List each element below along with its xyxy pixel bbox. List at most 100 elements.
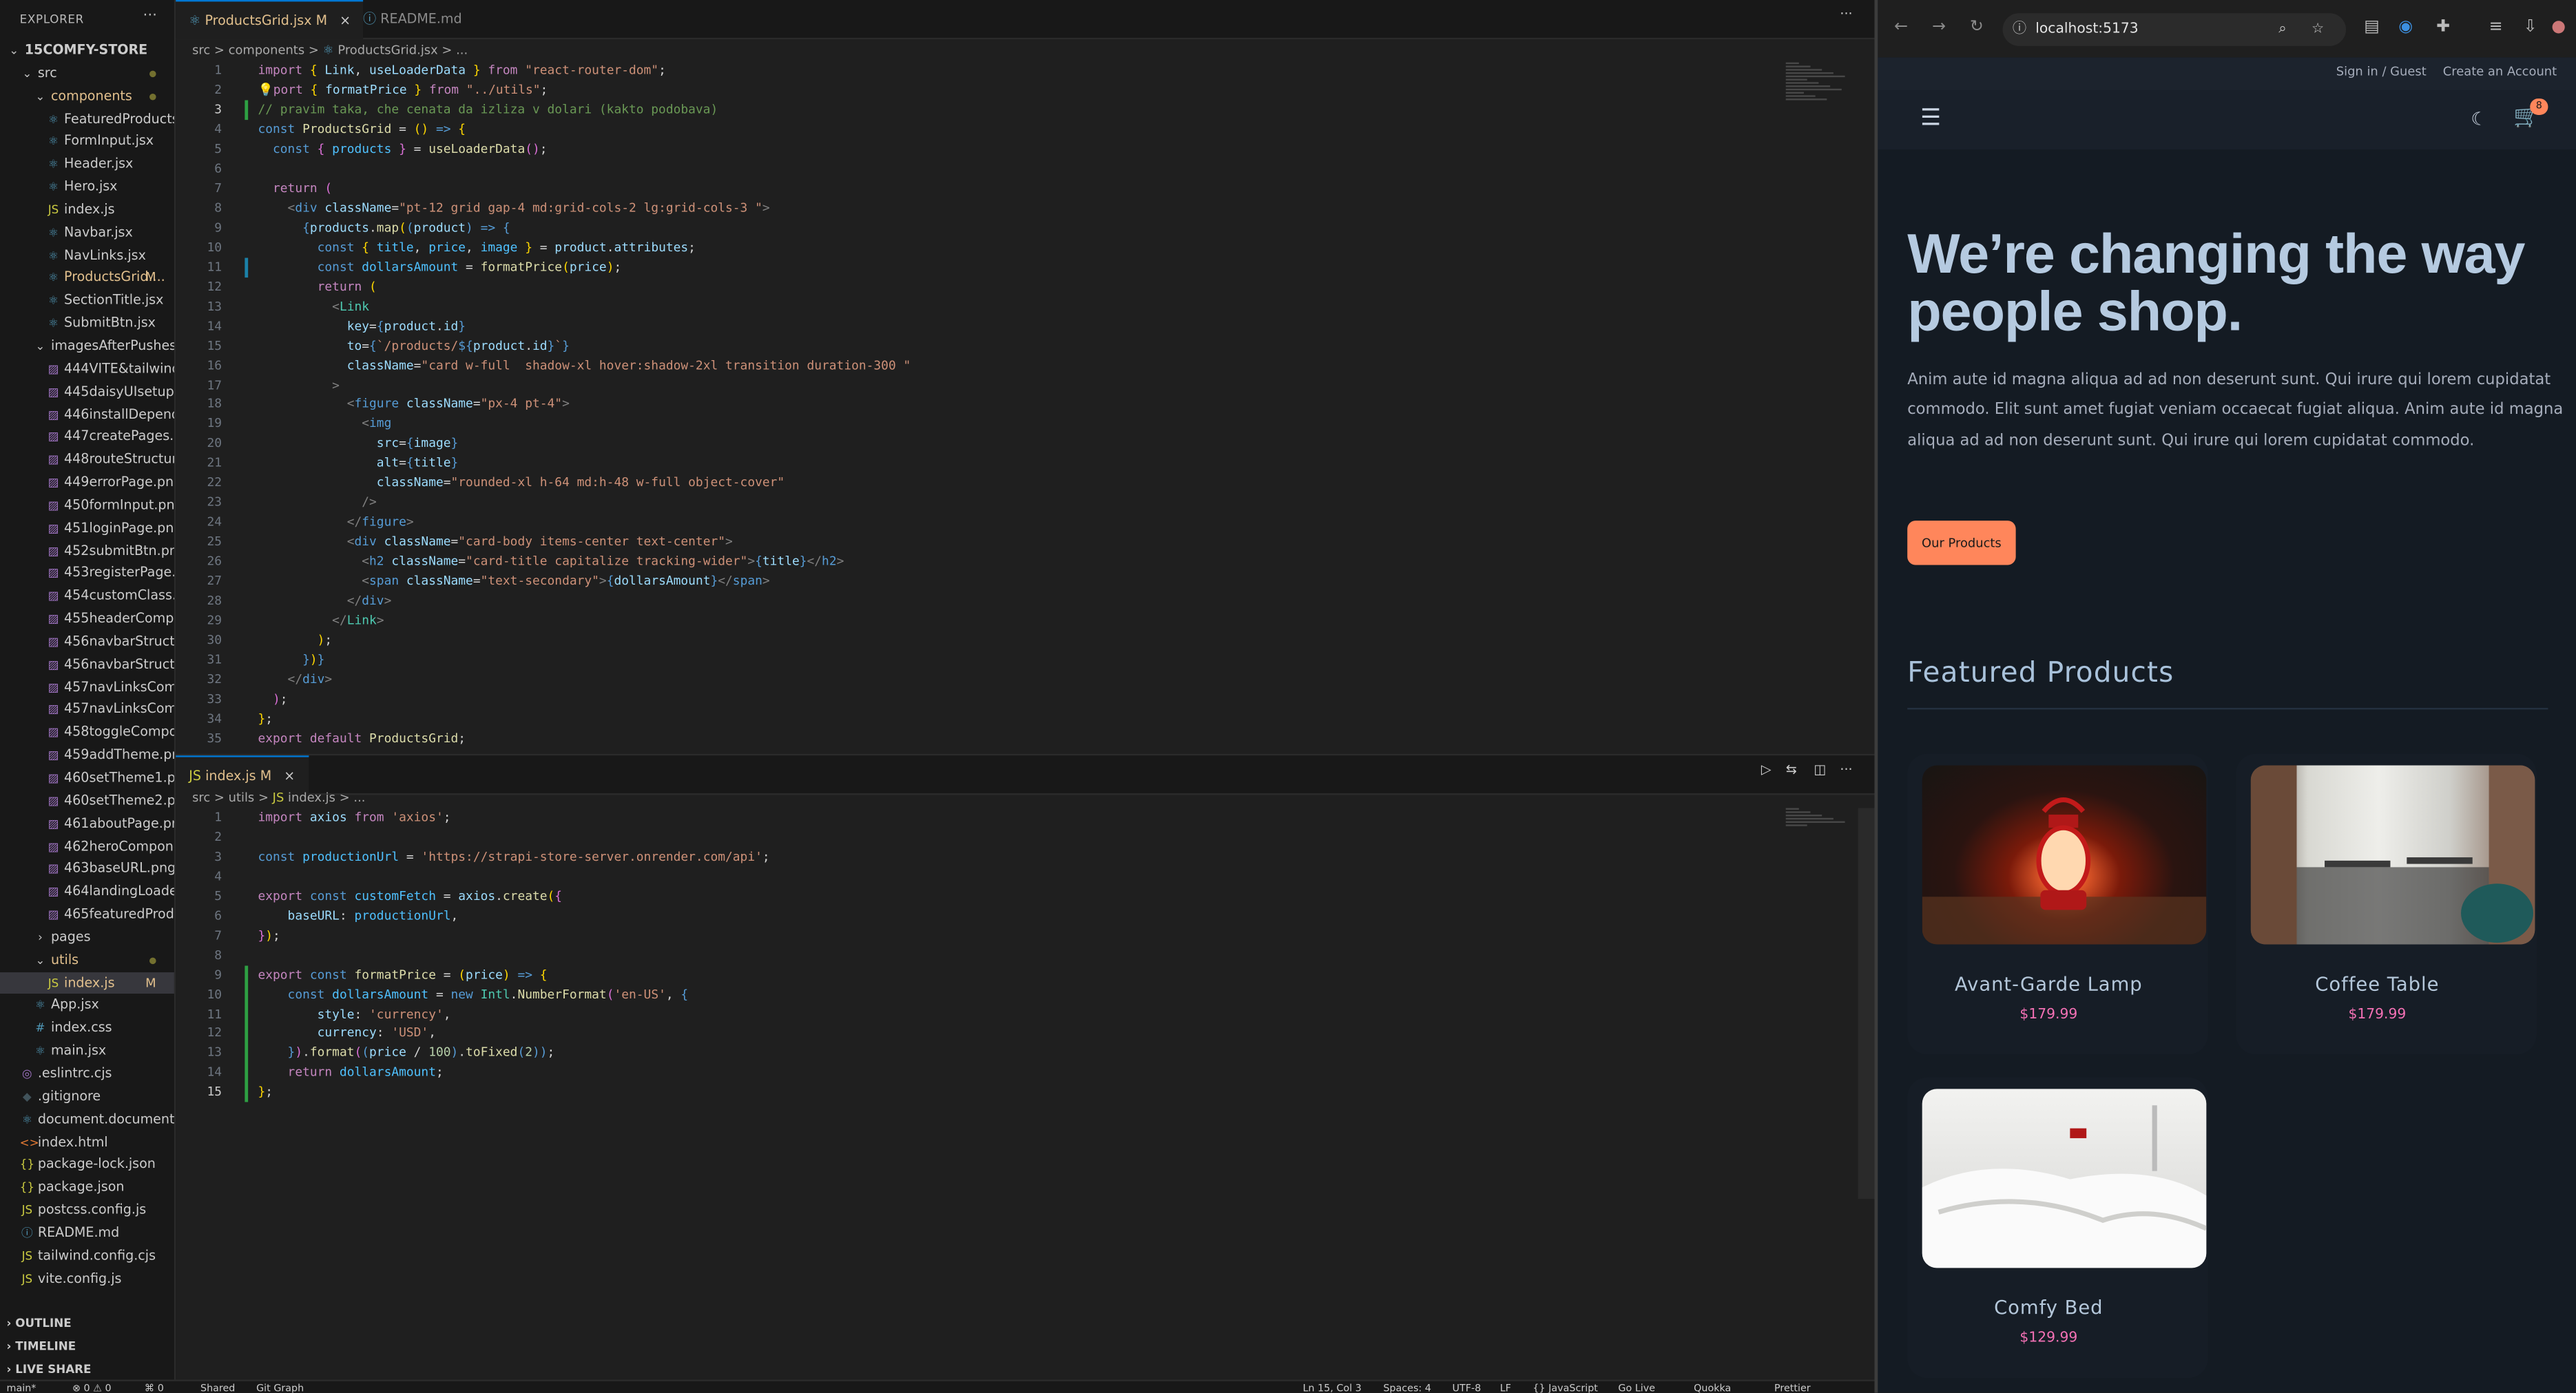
tree-file[interactable]: ▨ 446installDepende...: [0, 404, 174, 426]
tab-productsgrid[interactable]: ⚛ ProductsGrid.jsx M ×: [176, 0, 364, 40]
tree-file[interactable]: # index.css: [0, 1017, 174, 1040]
our-products-button[interactable]: Our Products: [1907, 521, 2016, 565]
code-line[interactable]: className="card w-full shadow-xl hover:s…: [258, 356, 911, 376]
tree-file[interactable]: JS tailwind.config.cjs: [0, 1244, 174, 1267]
tree-file[interactable]: ▨ 460setTheme2.png: [0, 790, 174, 813]
tree-file[interactable]: ⓘ README.md: [0, 1222, 174, 1244]
code-line[interactable]: </Link>: [258, 611, 384, 631]
tree-file[interactable]: ▨ 458toggleCompon...: [0, 722, 174, 744]
puzzle-icon[interactable]: ✚: [2436, 18, 2450, 36]
address-bar[interactable]: ⓘ localhost:5173 ⌕ ☆: [2002, 13, 2347, 46]
code-line[interactable]: src={image}: [258, 434, 458, 454]
more-actions-icon[interactable]: ···: [1840, 762, 1852, 777]
tree-file[interactable]: ▨ 463baseURL.png: [0, 858, 174, 881]
code-line[interactable]: to={`/products/${product.id}`}: [258, 336, 570, 356]
code-line[interactable]: export const formatPrice = (price) => {: [258, 965, 547, 985]
tree-file[interactable]: ▨ 444VITE&tailwindC...: [0, 358, 174, 381]
zoom-icon[interactable]: ⌕: [2278, 13, 2286, 46]
tree-file[interactable]: ▨ 456navbarStructur...: [0, 653, 174, 676]
code-line[interactable]: <div className="card-body items-center t…: [258, 532, 733, 552]
tab-search-icon[interactable]: ≡: [2489, 18, 2503, 36]
tree-file[interactable]: ⚛ SubmitBtn.jsx: [0, 312, 174, 335]
code-line[interactable]: const { title, price, image } = product.…: [258, 238, 696, 258]
tree-file[interactable]: ▨ 457navLinksComp...: [0, 699, 174, 722]
tree-file[interactable]: ▨ 455headerCompo...: [0, 608, 174, 631]
code-line[interactable]: export default ProductsGrid;: [258, 729, 466, 749]
profile-avatar[interactable]: ●: [2551, 18, 2566, 36]
indentation[interactable]: Spaces: 4: [1383, 1383, 1431, 1392]
tree-file[interactable]: ⚛ SectionTitle.jsx: [0, 289, 174, 312]
code-line[interactable]: );: [258, 690, 288, 710]
tree-file[interactable]: ▨ 461aboutPage.png: [0, 813, 174, 835]
code-line[interactable]: key={product.id}: [258, 316, 466, 336]
tree-folder[interactable]: › pages: [0, 926, 174, 949]
tree-file[interactable]: ▨ 465featuredProdu...: [0, 903, 174, 926]
back-icon[interactable]: ←: [1894, 18, 1908, 36]
forward-icon[interactable]: →: [1932, 18, 1946, 36]
site-info-icon[interactable]: ⓘ: [2013, 13, 2026, 46]
code-line[interactable]: >: [258, 375, 340, 395]
tree-file[interactable]: ▨ 459addTheme.png: [0, 744, 174, 767]
tree-file[interactable]: ⚛ main.jsx: [0, 1040, 174, 1062]
language-mode[interactable]: {} JavaScript: [1533, 1383, 1598, 1392]
cursor-position[interactable]: Ln 15, Col 3: [1302, 1383, 1361, 1392]
code-line[interactable]: </figure>: [258, 513, 414, 533]
code-line[interactable]: });: [258, 926, 280, 946]
code-line[interactable]: 💡port { formatPrice } from "../utils";: [258, 81, 548, 101]
tree-file[interactable]: ⚛ ProductsGrid.... M: [0, 266, 174, 289]
code-line[interactable]: <h2 className="card-title capitalize tra…: [258, 552, 844, 572]
tree-file[interactable]: ▨ 449errorPage.png: [0, 472, 174, 494]
tree-file[interactable]: {} package-lock.json: [0, 1153, 174, 1176]
code-line[interactable]: currency: 'USD',: [258, 1024, 436, 1044]
code-line[interactable]: return (: [258, 179, 332, 199]
code-line[interactable]: import axios from 'axios';: [258, 808, 450, 828]
tree-folder[interactable]: ⌄ components: [0, 85, 174, 107]
code-line[interactable]: <div className="pt-12 grid gap-4 md:grid…: [258, 198, 770, 218]
tree-file[interactable]: ⚛ Navbar.jsx: [0, 221, 174, 244]
code-line[interactable]: <span className="text-secondary">{dollar…: [258, 572, 769, 592]
close-icon[interactable]: ×: [284, 768, 295, 783]
quokka-button[interactable]: Quokka: [1694, 1383, 1731, 1392]
code-line[interactable]: const { products } = useLoaderData();: [258, 139, 548, 159]
tree-file[interactable]: ▨ 464landingLoader....: [0, 881, 174, 903]
live-share-section[interactable]: › LIVE SHARE: [0, 1359, 174, 1381]
compare-icon[interactable]: ⇆: [1786, 762, 1797, 777]
tree-file[interactable]: ⚛ Hero.jsx: [0, 176, 174, 198]
download-icon[interactable]: ⇩: [2524, 18, 2537, 36]
code-area[interactable]: 1 import { Link, useLoaderData } from "re…: [176, 61, 1874, 751]
scrollbar[interactable]: [1858, 808, 1875, 1200]
tree-file[interactable]: ⚛ Header.jsx: [0, 153, 174, 176]
code-line[interactable]: baseURL: productionUrl,: [258, 906, 459, 926]
code-line[interactable]: const productionUrl = 'https://strapi-st…: [258, 848, 769, 868]
tree-file[interactable]: JS index.js: [0, 198, 174, 221]
moon-icon[interactable]: ☾: [2471, 108, 2487, 129]
code-line[interactable]: className="rounded-xl h-64 md:h-48 w-ful…: [258, 474, 785, 494]
tree-file[interactable]: ▨ 452submitBtn.png: [0, 540, 174, 563]
tree-file[interactable]: ⚛ App.jsx: [0, 994, 174, 1017]
code-line[interactable]: </div>: [258, 591, 392, 611]
shared-indicator[interactable]: Shared: [200, 1383, 235, 1392]
ports-indicator[interactable]: ⌘ 0: [145, 1383, 164, 1392]
code-line[interactable]: import { Link, useLoaderData } from "rea…: [258, 61, 665, 81]
code-line[interactable]: return (: [258, 277, 377, 297]
tree-file[interactable]: JS postcss.config.js: [0, 1199, 174, 1222]
extension-icon[interactable]: ◉: [2398, 18, 2413, 36]
code-line[interactable]: {products.map((product) => {: [258, 218, 510, 238]
minimap[interactable]: [1785, 808, 1851, 828]
menu-icon[interactable]: ☰: [1920, 105, 1941, 132]
tree-file[interactable]: ▨ 454customClass.png: [0, 585, 174, 608]
bookmark-star-icon[interactable]: ☆: [2312, 13, 2324, 46]
tree-file[interactable]: ▨ 457navLinksComp...: [0, 676, 174, 699]
tree-file[interactable]: ◎ .eslintrc.cjs: [0, 1062, 174, 1085]
code-line[interactable]: const dollarsAmount = formatPrice(price)…: [258, 258, 622, 277]
reader-icon[interactable]: ▤: [2364, 18, 2380, 36]
git-graph-button[interactable]: Git Graph: [256, 1383, 304, 1392]
tree-file[interactable]: <>index.html: [0, 1131, 174, 1153]
code-line[interactable]: const ProductsGrid = () => {: [258, 120, 466, 140]
more-actions-icon[interactable]: ···: [1840, 7, 1852, 21]
line-ending[interactable]: LF: [1500, 1383, 1511, 1392]
tree-file[interactable]: JS index.js M: [0, 972, 174, 995]
code-line[interactable]: alt={title}: [258, 454, 458, 474]
code-line[interactable]: <img: [258, 415, 391, 434]
code-line[interactable]: export const customFetch = axios.create(…: [258, 887, 562, 907]
